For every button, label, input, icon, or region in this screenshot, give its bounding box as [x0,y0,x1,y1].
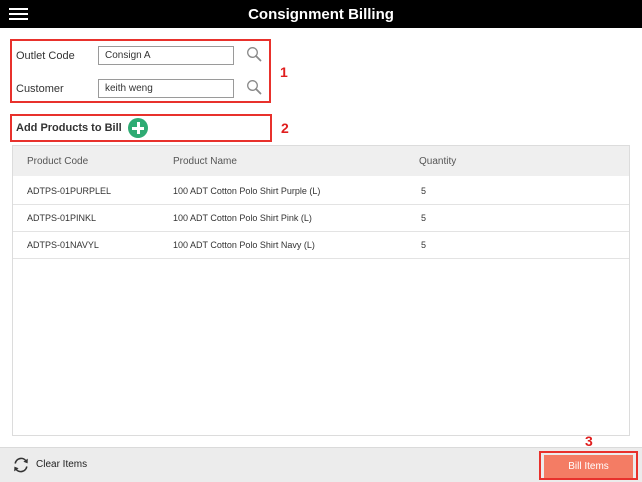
product-name-cell: 100 ADT Cotton Polo Shirt Pink (L) [173,213,312,223]
customer-input[interactable] [98,79,234,98]
product-code-cell: ADTPS-01NAVYL [27,240,99,250]
column-header-quantity: Quantity [419,156,457,167]
clear-items-button[interactable]: Clear Items [12,456,102,474]
annotation-number-2: 2 [281,120,289,136]
quantity-cell: 5 [421,186,427,196]
column-header-product-code: Product Code [27,156,89,167]
product-name-cell: 100 ADT Cotton Polo Shirt Purple (L) [173,186,321,196]
annotation-number-1: 1 [280,64,288,80]
title-bar: Consignment Billing [0,0,642,28]
search-icon[interactable] [246,79,262,95]
outlet-code-label: Outlet Code [16,50,75,62]
table-header: Product Code Product Name Quantity [13,146,629,176]
add-circle-icon[interactable] [128,118,148,138]
quantity-cell: 5 [421,240,427,250]
page-title: Consignment Billing [248,6,394,23]
annotation-box-3 [539,451,638,480]
clear-items-label: Clear Items [36,459,88,470]
refresh-icon [14,457,28,473]
quantity-cell: 5 [421,213,427,223]
search-icon[interactable] [246,46,262,62]
table-row[interactable]: ADTPS-01PINKL 100 ADT Cotton Polo Shirt … [13,205,629,232]
product-code-cell: ADTPS-01PINKL [27,213,97,223]
product-code-cell: ADTPS-01PURPLEL [27,186,112,196]
products-table: Product Code Product Name Quantity ADTPS… [12,145,630,436]
product-name-cell: 100 ADT Cotton Polo Shirt Navy (L) [173,240,315,250]
column-header-product-name: Product Name [173,156,237,167]
table-row[interactable]: ADTPS-01NAVYL 100 ADT Cotton Polo Shirt … [13,232,629,259]
outlet-code-input[interactable] [98,46,234,65]
customer-label: Customer [16,83,64,95]
add-products-label: Add Products to Bill [16,122,122,134]
table-row[interactable]: ADTPS-01PURPLEL 100 ADT Cotton Polo Shir… [13,178,629,205]
annotation-number-3: 3 [585,433,593,449]
